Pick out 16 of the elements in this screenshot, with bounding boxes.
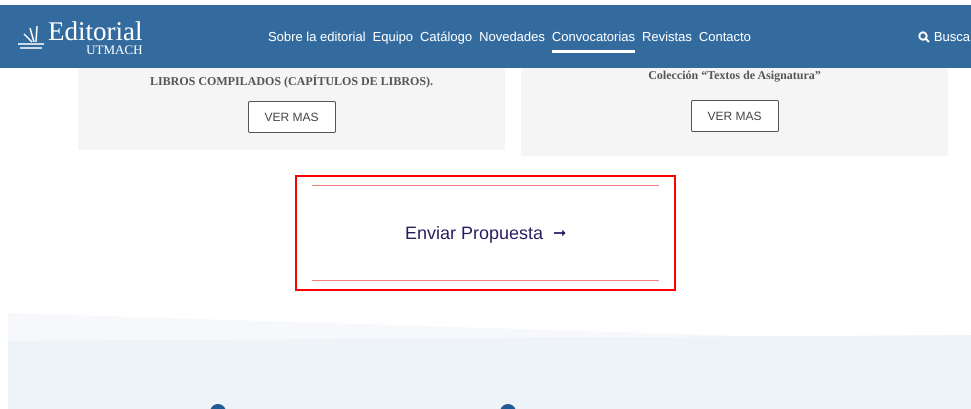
nav-link[interactable]: Revistas bbox=[642, 23, 692, 53]
see-more-button[interactable]: VER MAS bbox=[690, 100, 778, 132]
card-title: Colección “Textos de Asignatura” bbox=[648, 68, 821, 83]
nav-link[interactable]: Equipo bbox=[372, 23, 414, 53]
nav-link[interactable]: Sobre la editorial bbox=[268, 23, 366, 53]
search-icon bbox=[918, 30, 930, 42]
logo-title: Editorial bbox=[48, 18, 142, 44]
see-more-button[interactable]: VER MAS bbox=[248, 101, 336, 133]
search-link[interactable]: Busca bbox=[918, 29, 970, 44]
send-proposal-link[interactable]: Enviar Propuesta ➞ bbox=[404, 222, 566, 244]
nav-link[interactable]: Catálogo bbox=[420, 23, 472, 53]
logo-subtitle: UTMACH bbox=[86, 42, 142, 56]
nav-link[interactable]: Contacto bbox=[698, 23, 751, 53]
nav-link[interactable]: Novedades bbox=[479, 23, 545, 53]
card-title: LIBROS COMPILADOS (CAPÍTULOS DE LIBROS). bbox=[150, 74, 434, 89]
nav-link[interactable]: Convocatorias bbox=[552, 23, 635, 53]
